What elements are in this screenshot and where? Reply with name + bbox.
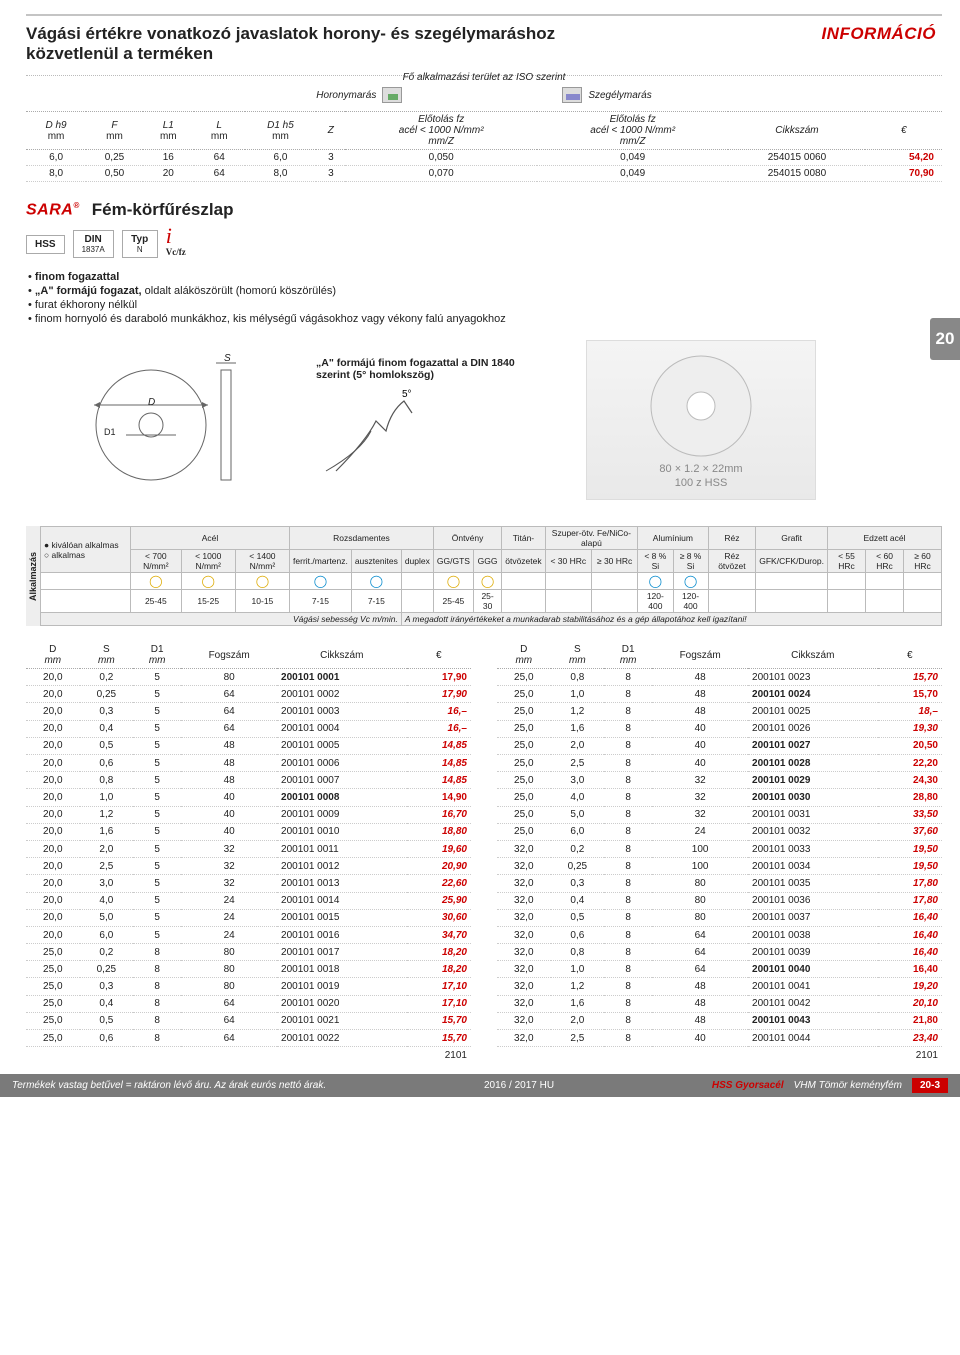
product-heading: SARA® Fém-körfűrészlap [26,200,942,220]
footer-mid: 2016 / 2017 HU [484,1080,554,1091]
slot-milling-icon [382,87,402,103]
product-table-right: DmmSmmD1mmFogszámCikkszám€25,00,88482001… [497,642,942,1064]
page-title: Vágási értékre vonatkozó javaslatok horo… [26,24,626,63]
dimension-diagram: DSD1 [86,355,256,485]
spec-badges: HSS DIN1837A TypN iVc/fz [26,228,942,260]
iso-subtitle: Fő alkalmazási terület az ISO szerint [26,72,942,83]
app-label-2: Szegélymarás [588,90,651,101]
badge-din: DIN1837A [73,230,114,258]
application-icons: Horonymarás Szegélymarás [26,87,942,103]
edge-milling-icon [562,87,582,103]
footer-hss: HSS Gyorsacél [712,1080,784,1091]
matrix-side-label: Alkalmazás [26,526,40,626]
product-name: Fém-körfűrészlap [92,200,234,220]
footer-vhm: VHM Tömör keményfém [794,1080,902,1091]
badge-typ: TypN [122,230,158,258]
application-matrix: Alkalmazás ● kiválóan alkalmas○ alkalmas… [26,526,942,626]
diagram-row: DSD1 „A" formájú finom fogazattal a DIN … [86,340,942,500]
feature-bullets: finom fogazattal„A" formájú fogazat, old… [28,270,942,326]
info-badge: INFORMÁCIÓ [821,24,942,44]
product-photo: 80 × 1.2 × 22mm 100 z HSS [586,340,816,500]
section-tab: 20 [930,318,960,360]
footer-left: Termékek vastag betűvel = raktáron lévő … [12,1080,326,1091]
product-tables: DmmSmmD1mmFogszámCikkszám€20,00,25802001… [26,642,942,1064]
svg-text:5°: 5° [402,389,412,400]
info-icon: iVc/fz [166,228,186,260]
header: Vágási értékre vonatkozó javaslatok horo… [26,14,942,76]
app-label-1: Horonymarás [316,90,376,101]
product-table-left: DmmSmmD1mmFogszámCikkszám€20,00,25802001… [26,642,471,1064]
tooth-diagram: „A" formájú finom fogazattal a DIN 1840 … [316,357,526,484]
badge-hss: HSS [26,235,65,254]
page-footer: Termékek vastag betűvel = raktáron lévő … [0,1074,960,1097]
cutting-values-table: D h9mmFmmL1mmLmmD1 h5mmZElőtolás fzacél … [26,111,942,182]
page-number: 20-3 [912,1078,948,1093]
brand-logo: SARA® [26,201,80,219]
